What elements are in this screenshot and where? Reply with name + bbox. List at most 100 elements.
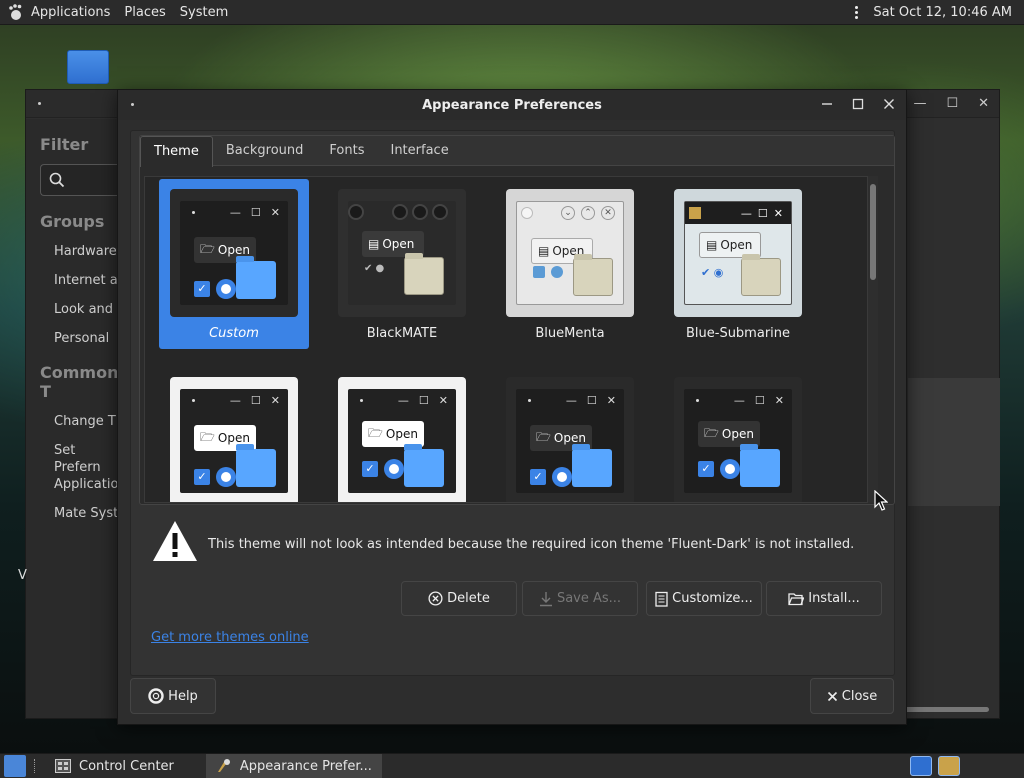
radio-icon [551,266,563,278]
folder-open-icon: ▤ [706,238,718,252]
mouse-cursor-icon [874,490,888,511]
theme-preview-window: — ☐ ✕ 🗁 Open ✓ [348,389,456,493]
folder-icon [572,444,612,487]
tab-interface[interactable]: Interface [377,136,461,166]
theme-name: BlueMenta [535,326,605,341]
filter-heading: Filter [40,135,89,154]
radio-icon [720,459,740,479]
checkbox-icon: ✔ ◉ [701,266,724,279]
folder-icon [741,254,781,296]
checkbox-icon: ✓ [362,461,378,477]
folder-icon [236,444,276,487]
get-more-themes-link[interactable]: Get more themes online [151,630,309,645]
control-center-selected-item [908,378,1000,506]
common-set-preferred-apps[interactable]: Set Prefern Application [54,442,118,493]
appearance-tray-icon[interactable] [938,756,960,776]
folder-icon [573,254,613,296]
checkbox-icon: ✓ [530,469,546,485]
group-look-and-feel[interactable]: Look and F [54,301,118,318]
preview-open-label: Open [217,431,250,445]
task-appearance-preferences[interactable]: Appearance Prefer... [205,753,382,778]
desktop-folder-icon[interactable] [67,50,109,84]
close-dialog-button[interactable]: Close [810,678,894,714]
save-icon [539,591,552,606]
window-menu-icon[interactable] [38,102,41,105]
minimize-button[interactable] [818,95,836,113]
close-icon [884,99,894,109]
applications-menu[interactable]: Applications [0,0,117,24]
theme-thumbnail: — ☐ ✕ 🗁 Open ✓ [170,189,298,317]
window-menu-icon[interactable] [131,103,134,106]
places-menu[interactable]: Places [117,0,172,24]
save-as-button[interactable]: Save As... [522,581,638,616]
common-mate-system[interactable]: Mate Syste [54,505,118,522]
group-hardware[interactable]: Hardware [54,243,118,260]
groups-heading: Groups [40,212,105,231]
preview-open-label: Open [382,237,415,251]
document-edit-icon [655,591,668,607]
maximize-icon[interactable]: ☐ [946,96,958,111]
folder-icon [404,253,444,295]
theme-item-7[interactable]: — ☐ ✕ 🗁 Open ✓ [495,367,645,502]
theme-item-custom[interactable]: — ☐ ✕ 🗁 Open ✓ Custom [159,179,309,349]
theme-item-5[interactable]: — ☐ ✕ 🗁 Open ✓ [159,367,309,502]
common-change-theme[interactable]: Change Th [54,413,118,430]
checkbox-icon: ✓ [194,469,210,485]
panel-clock[interactable]: Sat Oct 12, 10:46 AM [873,5,1012,20]
install-button[interactable]: Install... [766,581,882,616]
applications-menu-label: Applications [31,4,111,20]
appearance-icon [217,759,230,772]
theme-item-8[interactable]: — ☐ ✕ 🗁 Open ✓ [663,367,813,502]
theme-thumbnail: — ☐ ✕ 🗁 Open ✓ [170,377,298,502]
control-center-sidebar: Filter Groups Hardware Internet ar Look … [26,119,118,718]
theme-item-6[interactable]: — ☐ ✕ 🗁 Open ✓ [327,367,477,502]
theme-item-bluementa[interactable]: ⌄ ⌃ ✕ ▤ Open BlueMenta [495,179,645,349]
theme-name: BlackMATE [366,326,438,341]
help-icon [148,688,164,704]
theme-scrollbar-thumb[interactable] [870,184,876,280]
places-menu-label: Places [124,4,166,20]
theme-name: Custom [209,326,259,341]
tab-theme[interactable]: Theme [140,136,213,167]
customize-button-label: Customize... [672,591,753,606]
group-internet[interactable]: Internet ar [54,272,118,289]
tab-background[interactable]: Background [213,136,317,166]
theme-thumbnail: — ☐ ✕ 🗁 Open ✓ [338,377,466,502]
task-control-center[interactable]: Control Center [45,754,184,778]
close-button[interactable] [880,95,898,113]
delete-button[interactable]: Delete [401,581,517,616]
warning-message: This theme will not look as intended bec… [208,537,855,552]
minimize-icon[interactable]: — [913,96,926,111]
folder-open-icon: 🗁 [200,241,215,256]
browser-tray-icon[interactable] [910,756,932,776]
close-button-label: Close [841,688,878,704]
checkbox-icon: ✓ [698,461,714,477]
folder-icon [236,256,276,299]
minimize-icon [822,103,832,105]
theme-thumbnail: — ☐ ✕ ▤ Open ✔ ◉ [674,189,802,317]
group-personal[interactable]: Personal [54,330,118,347]
help-button[interactable]: Help [130,678,216,714]
horizontal-scrollbar[interactable] [904,707,989,712]
theme-item-blackmate[interactable]: ▤ Open ✔ ● BlackMATE [327,179,477,349]
folder-open-icon: 🗁 [536,429,551,444]
theme-item-blue-submarine[interactable]: — ☐ ✕ ▤ Open ✔ ◉ Blue-Submarine [663,179,813,349]
panel-handle-icon[interactable] [849,5,863,19]
filter-search-input[interactable] [40,164,118,196]
task-label: Control Center [79,758,174,774]
search-icon [49,172,65,188]
help-button-label: Help [168,688,198,704]
customize-button[interactable]: Customize... [646,581,762,616]
close-icon[interactable]: ✕ [978,96,989,111]
radio-icon [384,459,404,479]
maximize-button[interactable] [849,95,867,113]
show-desktop-icon[interactable] [4,755,26,777]
tab-bar: Theme Background Fonts Interface [140,136,894,167]
delete-icon [428,591,443,606]
panel-separator [34,759,37,773]
system-menu[interactable]: System [173,0,235,24]
folder-open-icon: ▤ [368,237,380,251]
preview-open-label: Open [217,243,250,257]
tab-fonts[interactable]: Fonts [316,136,377,166]
folder-open-icon: 🗁 [200,429,215,444]
